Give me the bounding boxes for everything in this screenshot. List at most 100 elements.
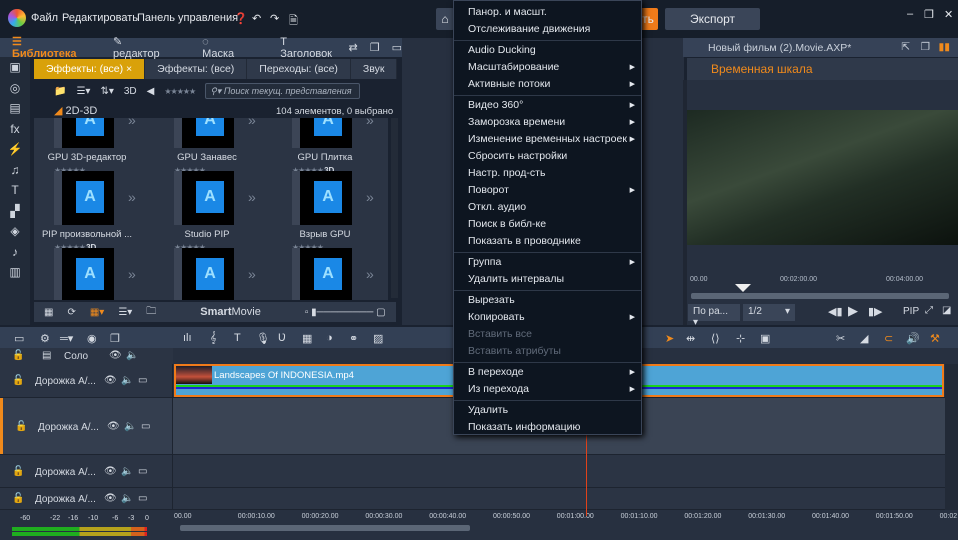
expand-chevron-icon[interactable]: » bbox=[366, 266, 374, 282]
audio-scrub-icon[interactable]: 🔊 bbox=[906, 332, 920, 345]
effects-icon[interactable]: fx bbox=[0, 119, 30, 140]
fit-select[interactable]: По ра... ▾ bbox=[688, 304, 740, 328]
monitor-icon[interactable]: ▭ bbox=[138, 493, 147, 504]
effect-thumbnail[interactable]: A bbox=[54, 248, 114, 300]
tab-title[interactable]: T Заголовок bbox=[280, 36, 336, 60]
effect-thumbnail[interactable]: A bbox=[174, 171, 234, 225]
speaker-icon[interactable]: 🔈 bbox=[126, 350, 138, 361]
smartmovie-button[interactable]: SmartMovie bbox=[200, 306, 261, 318]
list-view-icon[interactable]: ☰▾ bbox=[76, 86, 90, 97]
monitor-icon[interactable]: ▭ bbox=[141, 421, 150, 432]
subtab-effects-active[interactable]: Эффекты: (все) × bbox=[34, 59, 146, 79]
menu-item[interactable]: Вставить все bbox=[454, 326, 641, 343]
mixer-icon[interactable]: ılı bbox=[183, 332, 192, 344]
close-icon[interactable]: ✕ bbox=[944, 8, 953, 21]
title-icon[interactable]: T bbox=[234, 332, 241, 344]
sync-icon[interactable]: ⟳ bbox=[67, 307, 75, 318]
layout-icon[interactable]: ▭ bbox=[392, 41, 402, 54]
film-reel-icon[interactable]: ◎ bbox=[0, 78, 30, 99]
quality-select[interactable]: 1/2 ▾ bbox=[743, 304, 795, 321]
subtab-transitions[interactable]: Переходы: (все) bbox=[247, 59, 351, 79]
split-icon[interactable]: ⊹ bbox=[736, 332, 745, 345]
redo-icon[interactable]: ↷ bbox=[270, 12, 279, 25]
stack-icon[interactable]: ▦ bbox=[44, 307, 53, 318]
slip-icon[interactable]: ⟨⟩ bbox=[711, 332, 720, 345]
disc-icon[interactable]: ◉ bbox=[87, 332, 97, 345]
tag-icon[interactable]: ◀ bbox=[147, 86, 155, 97]
title-icon[interactable]: T bbox=[0, 180, 30, 201]
eye-icon[interactable]: 👁 bbox=[107, 421, 120, 432]
eye-icon[interactable]: 👁 bbox=[104, 466, 117, 477]
gear-icon[interactable]: ⚙ bbox=[40, 332, 50, 345]
export-button[interactable]: Экспорт bbox=[665, 8, 760, 30]
select-tool-icon[interactable]: ➤ bbox=[665, 332, 674, 345]
tracks-icon[interactable]: ═▾ bbox=[60, 332, 73, 345]
sort-icon[interactable]: ⇅▾ bbox=[100, 86, 113, 97]
menu-item[interactable]: Сбросить настройки bbox=[454, 148, 641, 165]
effect-thumbnail[interactable]: A bbox=[174, 248, 234, 300]
timeline-vscroll[interactable] bbox=[945, 364, 958, 510]
3d-filter[interactable]: 3D bbox=[124, 86, 137, 97]
effect-thumbnail[interactable]: A bbox=[54, 171, 114, 225]
menu-item[interactable]: Изменение временных настроек ▶ bbox=[454, 131, 641, 148]
menu-item[interactable]: Показать информацию bbox=[454, 419, 641, 436]
expand-chevron-icon[interactable]: » bbox=[248, 266, 256, 282]
track-name[interactable]: Дорожка А/... bbox=[35, 467, 96, 478]
menu-file[interactable]: Файл bbox=[31, 12, 58, 24]
menu-item[interactable]: Audio Ducking bbox=[454, 42, 641, 59]
folder-icon[interactable]: 📁 bbox=[54, 86, 66, 97]
timeline-ruler[interactable]: 00.00 00:00:10.00 00:00:20.00 00:00:30.00 00… bbox=[174, 510, 957, 524]
subtab-sound[interactable]: Звук bbox=[351, 59, 398, 79]
external-icon[interactable]: ⇱ bbox=[901, 41, 910, 53]
help-icon[interactable]: ❓ bbox=[234, 12, 248, 25]
detach-icon[interactable]: ❐ bbox=[921, 41, 930, 53]
tab-timeline-preview[interactable]: Временная шкала bbox=[687, 58, 958, 80]
video-preview[interactable] bbox=[687, 110, 958, 245]
pip-button[interactable]: PIP bbox=[903, 306, 919, 317]
minimize-icon[interactable]: – bbox=[907, 8, 913, 20]
menu-control-panel[interactable]: Панель управления bbox=[137, 12, 238, 24]
microphone-icon[interactable]: 🎙 bbox=[256, 332, 270, 345]
transition-icon[interactable]: ⚡ bbox=[0, 139, 30, 160]
eye-icon[interactable]: 👁 bbox=[109, 350, 122, 361]
speaker-icon[interactable]: 🔈 bbox=[121, 493, 133, 504]
pip-icon[interactable]: ❐ bbox=[110, 332, 120, 345]
menu-item[interactable]: Заморозка времени ▶ bbox=[454, 114, 641, 131]
menu-item[interactable]: Удалить bbox=[454, 402, 641, 419]
monitor-icon[interactable]: ▭ bbox=[138, 375, 147, 386]
monitor-icon[interactable]: ▭ bbox=[138, 466, 147, 477]
detach-icon[interactable]: ❐ bbox=[370, 41, 380, 54]
speaker-icon[interactable]: 🔈 bbox=[121, 375, 133, 386]
menu-item[interactable]: Из перехода ▶ bbox=[454, 381, 641, 398]
effect-thumbnail[interactable]: A bbox=[292, 118, 352, 148]
razor-icon[interactable]: ✂ bbox=[836, 332, 845, 345]
timeline-hscroll[interactable] bbox=[180, 525, 470, 531]
speaker-icon[interactable]: 🔈 bbox=[124, 421, 136, 432]
menu-item[interactable]: Копировать ▶ bbox=[454, 309, 641, 326]
library-search-input[interactable]: ⚲▾ Поиск текущ. представления bbox=[205, 83, 361, 99]
track-name[interactable]: Дорожка А/... bbox=[35, 376, 96, 387]
undo-icon[interactable]: ↶ bbox=[252, 12, 261, 25]
screen-icon[interactable]: ▣ bbox=[760, 332, 770, 345]
restore-icon[interactable]: ❐ bbox=[924, 8, 934, 21]
subtab-effects[interactable]: Эффекты: (все) bbox=[145, 59, 248, 79]
next-frame-icon[interactable]: ▮▶ bbox=[868, 305, 883, 318]
trim-icon[interactable]: ⇹ bbox=[686, 332, 695, 345]
menu-item[interactable]: В переходе ▶ bbox=[454, 364, 641, 381]
tab-mask[interactable]: ◌ Маска bbox=[202, 36, 240, 60]
lock-icon[interactable]: 🔓 bbox=[12, 350, 24, 361]
music-icon[interactable]: ♫ bbox=[0, 160, 30, 181]
lock-icon[interactable]: 🔓 bbox=[12, 375, 24, 386]
swap-icon[interactable]: ⇄ bbox=[349, 41, 358, 54]
thumb-size-slider[interactable]: ▫ ▮──────── ▢ bbox=[305, 307, 386, 318]
dynamic-length-icon[interactable]: ⚒ bbox=[930, 332, 940, 345]
expand-chevron-icon[interactable]: » bbox=[248, 118, 256, 128]
expand-chevron-icon[interactable]: » bbox=[366, 118, 374, 128]
import-folder-icon[interactable]: 🗀 bbox=[146, 304, 156, 321]
menu-item[interactable]: Масштабирование ▶ bbox=[454, 59, 641, 76]
track-settings-icon[interactable]: ▭ bbox=[14, 332, 24, 345]
menu-item[interactable]: Поворот ▶ bbox=[454, 182, 641, 199]
menu-item[interactable]: Активные потоки ▶ bbox=[454, 76, 641, 93]
menu-item[interactable]: Вырезать bbox=[454, 292, 641, 309]
grid-icon[interactable]: ▦ bbox=[302, 332, 312, 345]
